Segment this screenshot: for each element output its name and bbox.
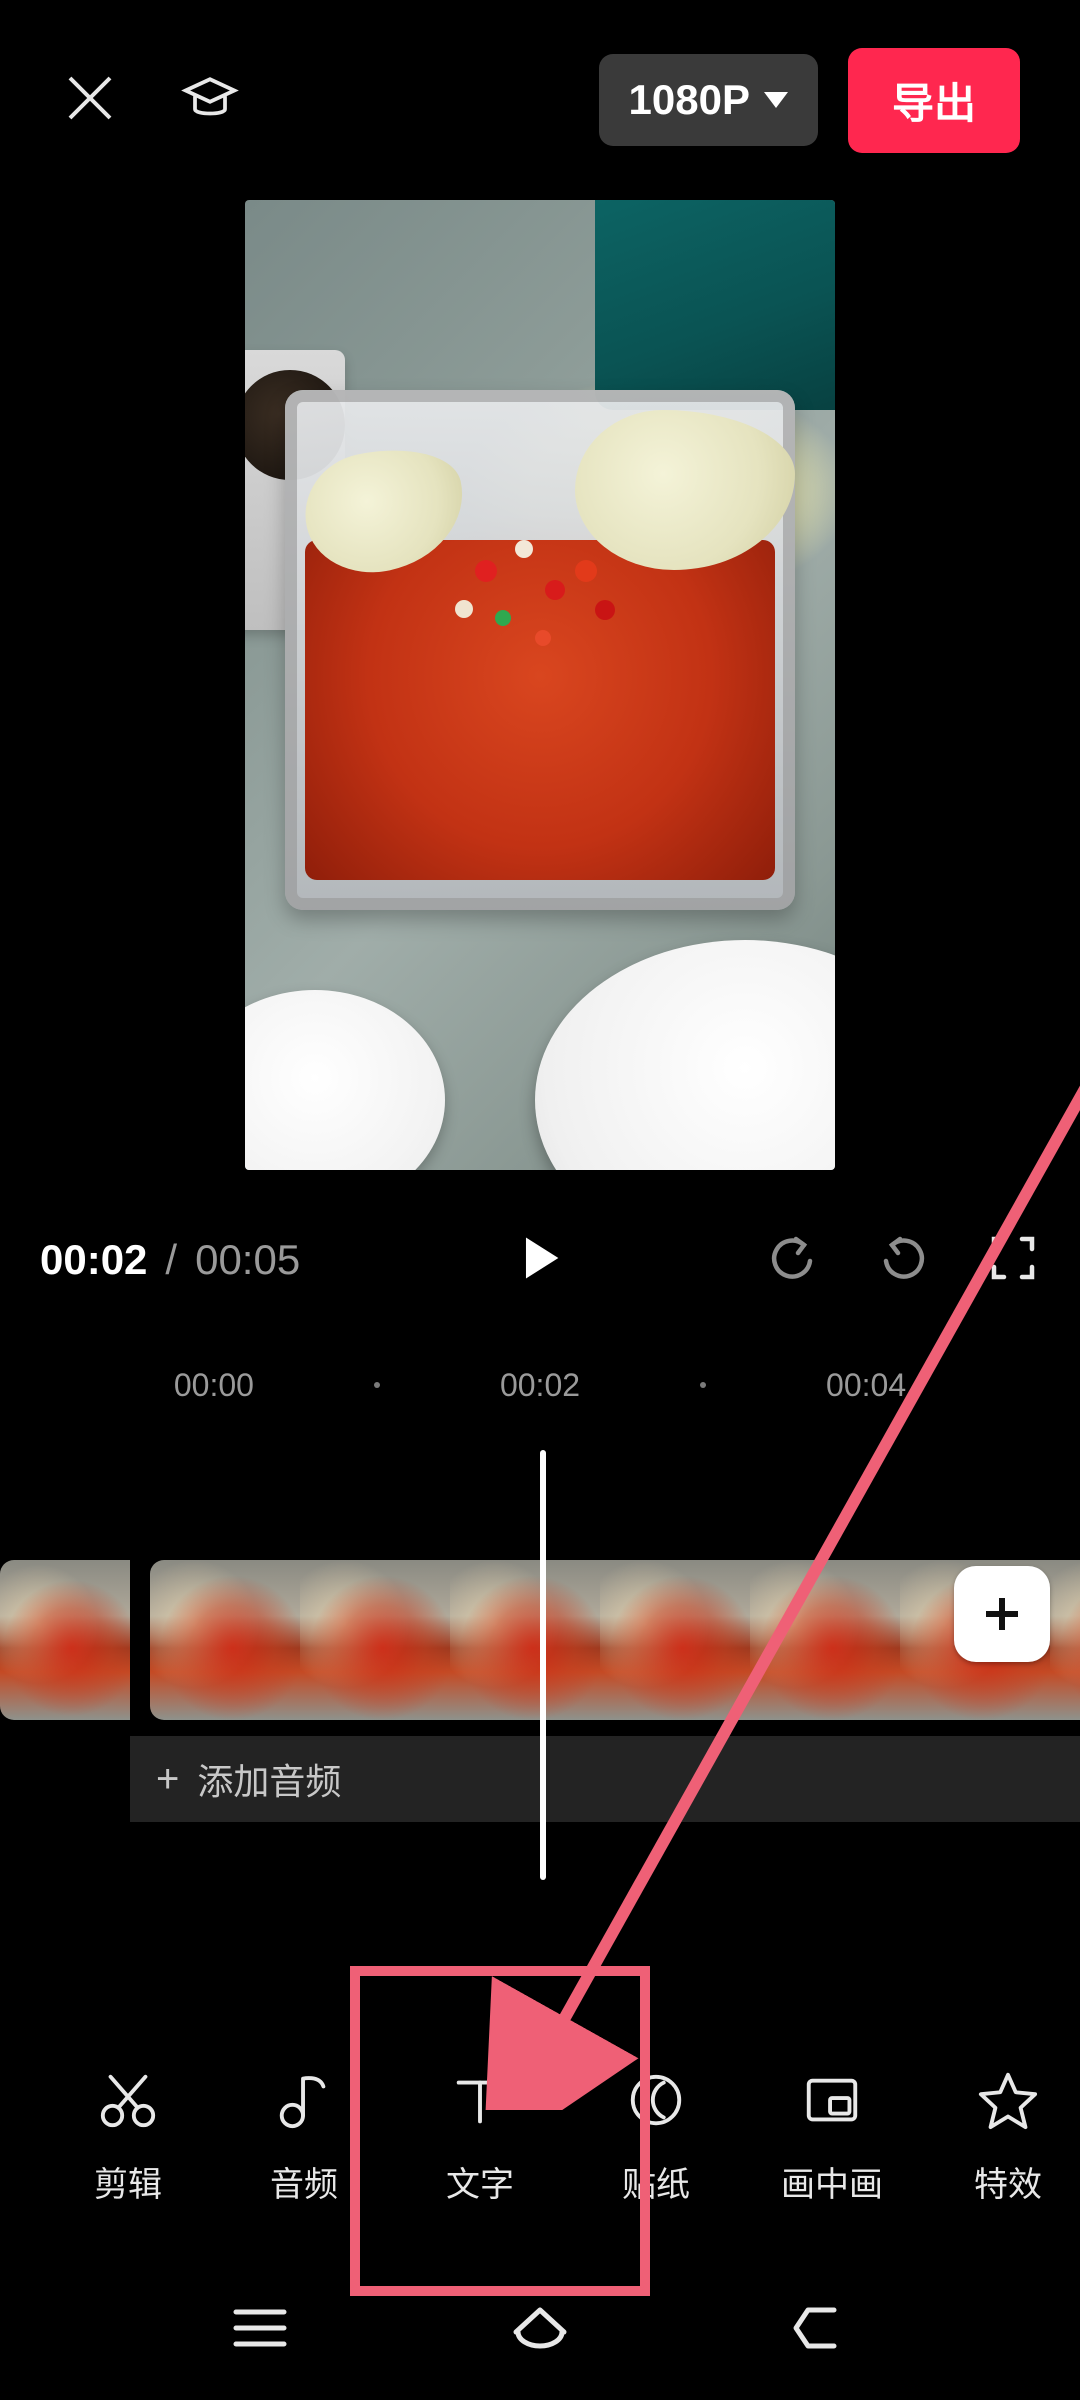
clip-thumbnail[interactable] — [1050, 1560, 1080, 1720]
playhead[interactable] — [540, 1450, 546, 1880]
plus-icon: + — [156, 1759, 179, 1799]
current-time: 00:02 — [40, 1236, 147, 1284]
tool-edit[interactable]: 剪辑 — [40, 2065, 216, 2206]
top-bar: 1080P 导出 — [0, 0, 1080, 200]
tool-label: 画中画 — [781, 2157, 883, 2206]
ruler-mark: 00:04 — [826, 1367, 906, 1404]
ruler-mark: 00:00 — [174, 1367, 254, 1404]
moon-icon — [625, 2069, 687, 2131]
clip-thumbnail[interactable] — [0, 1560, 130, 1720]
ruler-dot — [700, 1382, 706, 1388]
tool-sticker[interactable]: 贴纸 — [568, 2065, 744, 2206]
clip-thumbnail[interactable] — [150, 1560, 300, 1720]
time-display: 00:02 / 00:05 — [40, 1236, 300, 1284]
play-button[interactable] — [513, 1231, 567, 1290]
video-preview[interactable] — [245, 200, 835, 1170]
resolution-label: 1080P — [629, 76, 750, 124]
scissors-icon — [97, 2069, 159, 2131]
nav-menu-button[interactable] — [224, 2292, 296, 2369]
nav-back-button[interactable] — [784, 2292, 856, 2369]
star-icon — [977, 2069, 1039, 2131]
tool-label: 贴纸 — [622, 2157, 690, 2206]
add-audio-label: 添加音频 — [197, 1753, 341, 1805]
music-note-icon — [273, 2069, 335, 2131]
tool-audio[interactable]: 音频 — [216, 2065, 392, 2206]
add-clip-button[interactable] — [954, 1566, 1050, 1662]
tool-label: 特效 — [974, 2157, 1042, 2206]
tool-label: 音频 — [270, 2157, 338, 2206]
tool-pip[interactable]: 画中画 — [744, 2065, 920, 2206]
nav-home-button[interactable] — [504, 2292, 576, 2369]
tool-label: 剪辑 — [94, 2157, 162, 2206]
tool-label: 文字 — [446, 2157, 514, 2206]
graduation-cap-icon[interactable] — [180, 68, 240, 133]
chevron-down-icon — [764, 92, 788, 108]
clip-thumbnail[interactable] — [300, 1560, 450, 1720]
system-nav-bar — [0, 2260, 1080, 2400]
timeline-ruler[interactable]: 00:00 00:02 00:04 — [0, 1350, 1080, 1420]
ruler-mark: 00:02 — [500, 1367, 580, 1404]
resolution-dropdown[interactable]: 1080P — [599, 54, 818, 146]
pip-icon — [801, 2069, 863, 2131]
tool-text[interactable]: 文字 — [392, 2065, 568, 2206]
clip-thumbnail[interactable] — [600, 1560, 750, 1720]
undo-button[interactable] — [766, 1231, 820, 1290]
clip-thumbnail[interactable] — [750, 1560, 900, 1720]
text-icon — [449, 2069, 511, 2131]
clip-thumbnail[interactable] — [450, 1560, 600, 1720]
bottom-toolbar: 剪辑 音频 文字 贴纸 画中画 特效 — [0, 2030, 1080, 2240]
ruler-dot — [374, 1382, 380, 1388]
redo-button[interactable] — [876, 1231, 930, 1290]
video-preview-area — [0, 200, 1080, 1170]
export-button[interactable]: 导出 — [848, 48, 1020, 153]
time-separator: / — [165, 1236, 177, 1284]
audio-track[interactable]: + 添加音频 — [130, 1736, 1080, 1822]
total-time: 00:05 — [195, 1236, 300, 1284]
tool-effects[interactable]: 特效 — [920, 2065, 1080, 2206]
fullscreen-button[interactable] — [986, 1231, 1040, 1290]
close-button[interactable] — [60, 68, 120, 133]
player-controls: 00:02 / 00:05 — [0, 1200, 1080, 1320]
timeline[interactable]: + 添加音频 — [0, 1440, 1080, 1920]
